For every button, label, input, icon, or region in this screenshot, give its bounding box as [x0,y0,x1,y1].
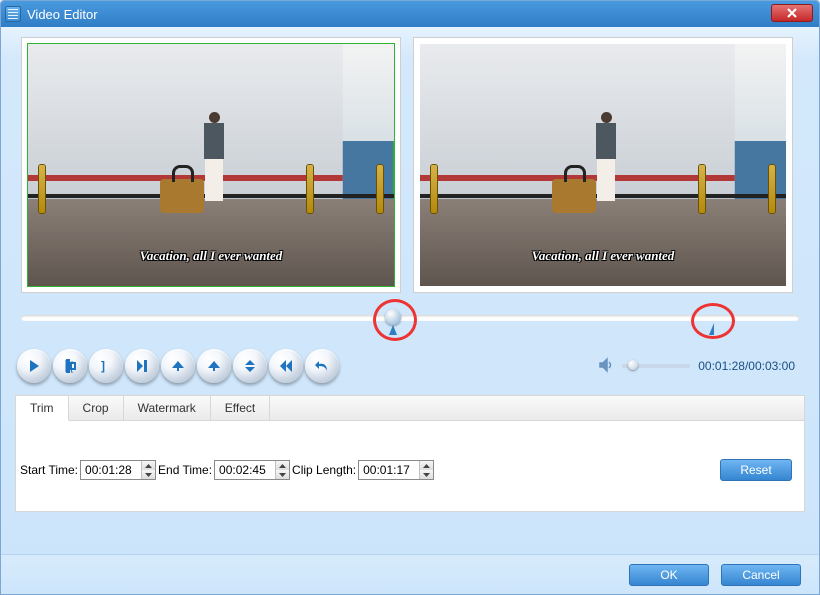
split-button[interactable] [233,349,267,383]
cancel-button[interactable]: Cancel [721,564,801,586]
play-button[interactable] [17,349,51,383]
window-title: Video Editor [27,7,98,22]
start-time-input[interactable] [81,461,141,479]
tabs-panel: Trim Crop Watermark Effect Start Time: E… [15,395,805,512]
tab-watermark[interactable]: Watermark [124,396,211,420]
clip-length-spinner[interactable] [358,460,434,480]
tab-effect[interactable]: Effect [211,396,270,420]
timeline-end-marker[interactable] [709,323,714,335]
timeline-track[interactable] [21,315,799,321]
ok-button[interactable]: OK [629,564,709,586]
start-time-spinner[interactable] [80,460,156,480]
trim-panel: Start Time: End Time: Clip Length: Reset [16,421,804,511]
clip-length-input[interactable] [359,461,419,479]
close-icon [787,8,797,18]
mark-in-button[interactable]: [ [53,349,87,383]
clip-length-up[interactable] [420,461,433,470]
transport-controls: [ ] 00:01:28/00:03:00 [17,349,799,383]
tab-crop[interactable]: Crop [69,396,124,420]
clip-length-down[interactable] [420,470,433,479]
end-time-up[interactable] [276,461,289,470]
volume-slider[interactable] [622,364,690,368]
clip-length-label: Clip Length: [292,463,356,477]
start-time-label: Start Time: [20,463,78,477]
end-time-spinner[interactable] [214,460,290,480]
start-time-up[interactable] [142,461,155,470]
close-button[interactable] [771,4,813,22]
undo-button[interactable] [305,349,339,383]
next-segment-button[interactable] [197,349,231,383]
end-time-label: End Time: [158,463,212,477]
preview-after-thumb: Vacation, all I ever wanted [420,44,786,286]
svg-text:[: [ [70,359,74,373]
svg-text:]: ] [101,359,105,373]
next-frame-button[interactable] [125,349,159,383]
start-time-down[interactable] [142,470,155,479]
tab-strip: Trim Crop Watermark Effect [16,396,804,421]
tab-trim[interactable]: Trim [16,396,69,421]
reset-button[interactable]: Reset [720,459,792,481]
volume-icon[interactable] [598,357,614,376]
skip-previous-button[interactable] [269,349,303,383]
timeline[interactable] [21,307,799,343]
preview-caption: Vacation, all I ever wanted [420,248,786,264]
preview-before[interactable]: Vacation, all I ever wanted [21,37,401,293]
footer: OK Cancel [1,554,819,594]
preview-row: Vacation, all I ever wanted Vacation, al… [21,37,811,293]
preview-caption: Vacation, all I ever wanted [28,248,394,264]
mark-out-button[interactable]: ] [89,349,123,383]
end-time-down[interactable] [276,470,289,479]
preview-before-thumb: Vacation, all I ever wanted [28,44,394,286]
prev-segment-button[interactable] [161,349,195,383]
window-body: Vacation, all I ever wanted Vacation, al… [1,27,819,594]
app-icon [5,6,21,22]
end-time-input[interactable] [215,461,275,479]
time-display: 00:01:28/00:03:00 [698,359,795,373]
preview-after[interactable]: Vacation, all I ever wanted [413,37,793,293]
volume-knob[interactable] [628,360,638,370]
titlebar[interactable]: Video Editor [1,1,819,27]
timeline-playhead[interactable] [385,309,401,325]
video-editor-window: Video Editor Vacation, all I ever wanted [0,0,820,595]
